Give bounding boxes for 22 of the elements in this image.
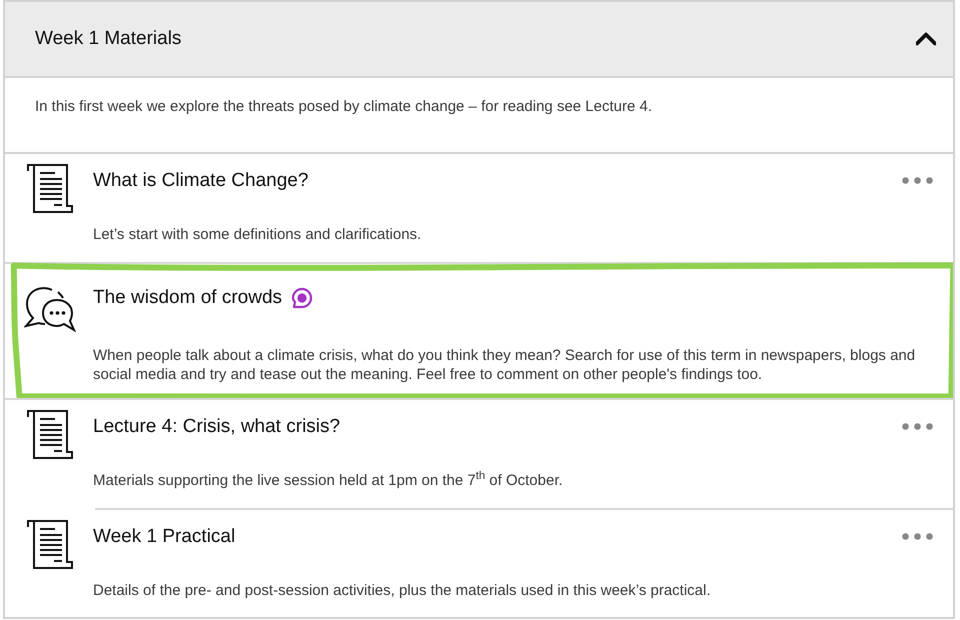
- item-title[interactable]: What is Climate Change?: [93, 169, 308, 193]
- more-options-button[interactable]: [902, 174, 933, 186]
- item-title[interactable]: Lecture 4: Crisis, what crisis?: [93, 415, 340, 439]
- item-description: Let’s start with some definitions and clarifications.: [93, 225, 422, 244]
- more-options-button[interactable]: [902, 530, 933, 542]
- section-header[interactable]: Week 1 Materials: [5, 2, 953, 78]
- item-title[interactable]: Week 1 Practical: [93, 525, 236, 549]
- more-dots-icon: [902, 176, 933, 184]
- chat-bubbles-icon: [24, 286, 76, 334]
- section-description: In this first week we explore the threats posed by climate change – for reading see Lecture 4.: [35, 97, 652, 117]
- document-icon: [25, 163, 75, 213]
- item-description: When people talk about a climate crisis, what do you think they mean? Search for use of this term in newspapers, blogs and social media and try and tease out the meaning. Feel free to comment on other people's findings too.: [93, 346, 916, 384]
- chevron-icon: [916, 32, 936, 46]
- item-description: Materials supporting the live session held at 1pm on the 7$^{th}$ of October.: [93, 471, 564, 490]
- document-icon: [25, 409, 75, 459]
- document-icon: [25, 519, 75, 569]
- more-options-button[interactable]: [902, 420, 933, 432]
- more-dots-icon: [902, 422, 933, 430]
- more-dots-icon: [902, 532, 933, 540]
- item-description: Details of the pre- and post-session activities, plus the materials used in this week’s practical.: [93, 581, 712, 600]
- item-title[interactable]: The wisdom of crowds: [93, 286, 282, 310]
- section-title: Week 1 Materials: [35, 26, 182, 51]
